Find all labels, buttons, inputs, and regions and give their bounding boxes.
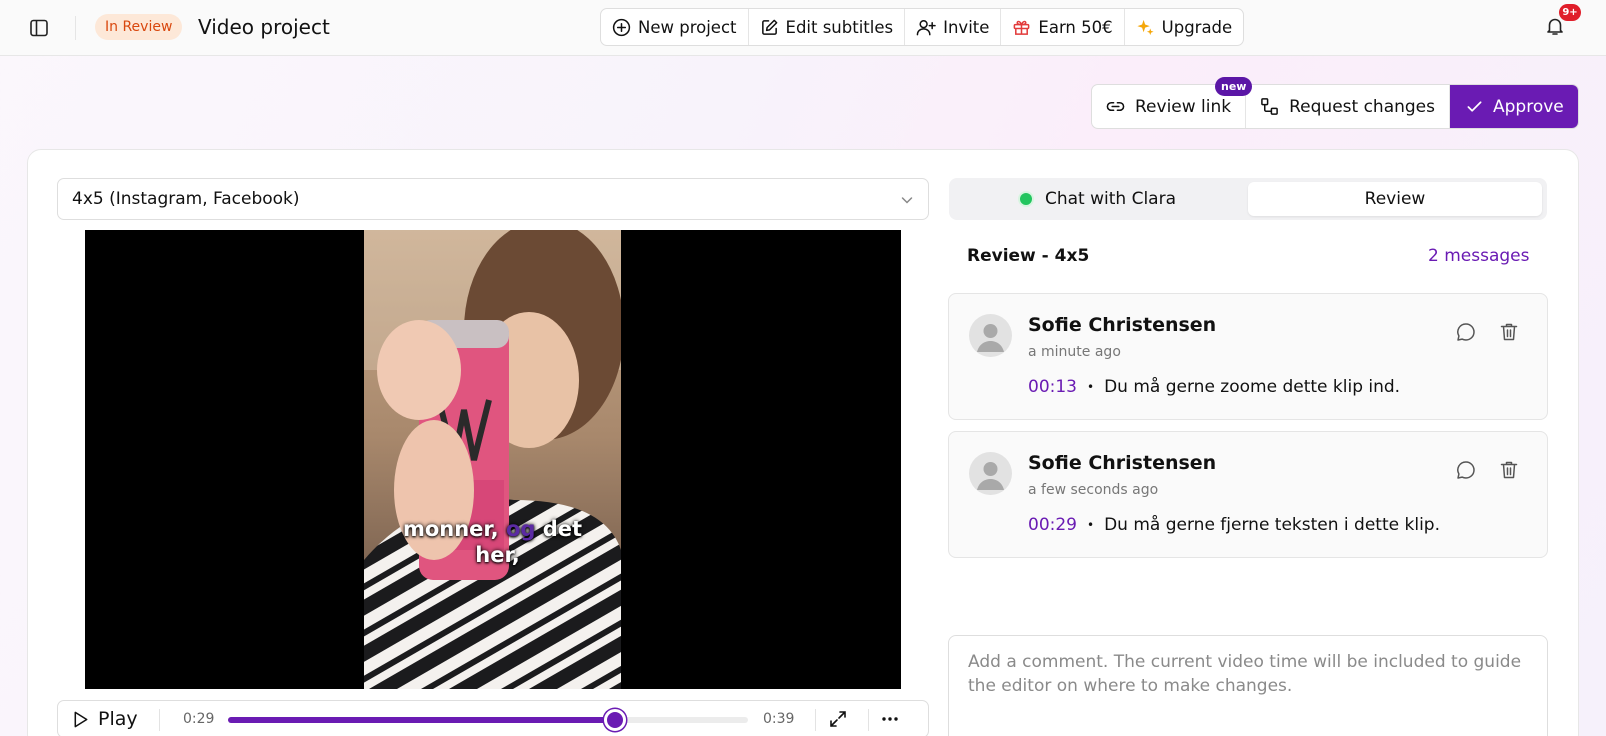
player-controls: Play 0:29 0:39 bbox=[57, 700, 929, 736]
header-actions: New project Edit subtitles Invite Earn 5… bbox=[600, 8, 1245, 46]
shapes-icon bbox=[1260, 97, 1279, 116]
panel-tabs: Chat with Clara Review bbox=[949, 178, 1547, 220]
comment-author: Sofie Christensen bbox=[1028, 452, 1217, 474]
new-badge: new bbox=[1215, 77, 1253, 96]
comment-body: 00:29 • Du må gerne fjerne teksten i det… bbox=[1028, 515, 1440, 535]
new-project-label: New project bbox=[638, 17, 737, 37]
review-actions: Review link Request changes Approve bbox=[1091, 84, 1579, 129]
comment-author: Sofie Christensen bbox=[1028, 314, 1217, 336]
divider bbox=[815, 709, 816, 731]
tab-label: Review bbox=[1364, 189, 1426, 209]
edit-subtitles-label: Edit subtitles bbox=[785, 17, 894, 37]
online-status-icon bbox=[1019, 193, 1032, 205]
notification-badge: 9+ bbox=[1559, 4, 1581, 21]
link-icon bbox=[1106, 97, 1125, 116]
status-badge: In Review bbox=[95, 14, 183, 40]
subtitle-word-highlight: og bbox=[505, 517, 536, 541]
tab-label: Chat with Clara bbox=[1044, 189, 1177, 209]
seek-handle[interactable] bbox=[603, 709, 626, 731]
gift-icon bbox=[1012, 18, 1031, 37]
subtitle-word: det bbox=[542, 517, 583, 541]
avatar bbox=[969, 452, 1012, 495]
reply-icon[interactable] bbox=[1455, 321, 1477, 343]
divider bbox=[75, 16, 76, 40]
seek-bar[interactable] bbox=[228, 709, 748, 731]
divider bbox=[868, 709, 869, 731]
more-options-icon[interactable] bbox=[880, 709, 900, 729]
comment-timestamp-link[interactable]: 00:13 bbox=[1028, 377, 1077, 397]
comment-time-ago: a minute ago bbox=[1028, 344, 1121, 360]
avatar bbox=[969, 314, 1012, 357]
comment-card: Sofie Christensen a minute ago 00:13 • D… bbox=[948, 293, 1548, 420]
format-select-value: 4x5 (Instagram, Facebook) bbox=[72, 189, 300, 209]
trash-icon[interactable] bbox=[1498, 321, 1520, 343]
invite-button[interactable]: Invite bbox=[905, 9, 1002, 45]
invite-label: Invite bbox=[943, 17, 990, 37]
reply-icon[interactable] bbox=[1455, 459, 1477, 481]
comment-body: 00:13 • Du må gerne zoome dette klip ind… bbox=[1028, 377, 1400, 397]
page-title: Video project bbox=[198, 15, 330, 39]
user-plus-icon bbox=[916, 18, 936, 37]
format-select[interactable]: 4x5 (Instagram, Facebook) bbox=[57, 178, 929, 220]
new-project-button[interactable]: New project bbox=[601, 9, 749, 45]
video-player[interactable]: monner, og det her, bbox=[85, 230, 901, 689]
earn-button[interactable]: Earn 50€ bbox=[1001, 9, 1125, 45]
tab-review[interactable]: Review bbox=[1248, 182, 1542, 216]
comment-input[interactable] bbox=[948, 635, 1548, 736]
play-button[interactable]: Play bbox=[72, 708, 138, 730]
review-heading: Review - 4x5 bbox=[967, 246, 1090, 266]
video-thumbnail bbox=[364, 230, 621, 689]
seek-bar-fill bbox=[228, 717, 615, 723]
current-time: 0:29 bbox=[183, 711, 215, 727]
comment-card: Sofie Christensen a few seconds ago 00:2… bbox=[948, 431, 1548, 558]
duration: 0:39 bbox=[763, 711, 795, 727]
sidebar-toggle-icon[interactable] bbox=[26, 16, 52, 40]
chevron-down-icon bbox=[900, 193, 914, 207]
upgrade-label: Upgrade bbox=[1161, 17, 1233, 37]
play-label: Play bbox=[98, 708, 138, 730]
top-bar: In Review Video project New project Edit… bbox=[0, 0, 1606, 56]
check-icon bbox=[1466, 98, 1483, 115]
edit-icon bbox=[760, 18, 779, 37]
bullet-separator: • bbox=[1087, 380, 1095, 394]
divider bbox=[159, 709, 160, 731]
sparkle-icon bbox=[1136, 18, 1155, 37]
play-icon bbox=[72, 710, 90, 729]
tab-chat-with-clara[interactable]: Chat with Clara bbox=[953, 182, 1243, 216]
approve-label: Approve bbox=[1493, 96, 1564, 117]
subtitle-line-2: her, bbox=[475, 543, 520, 567]
comment-timestamp-link[interactable]: 00:29 bbox=[1028, 515, 1077, 535]
edit-subtitles-button[interactable]: Edit subtitles bbox=[749, 9, 906, 45]
comment-time-ago: a few seconds ago bbox=[1028, 482, 1159, 498]
comment-text: Du må gerne fjerne teksten i dette klip. bbox=[1104, 515, 1440, 535]
approve-button[interactable]: Approve bbox=[1450, 85, 1578, 128]
earn-label: Earn 50€ bbox=[1038, 17, 1113, 37]
review-link-label: Review link bbox=[1135, 96, 1232, 117]
request-changes-button[interactable]: Request changes bbox=[1246, 85, 1451, 128]
request-changes-label: Request changes bbox=[1289, 96, 1436, 117]
trash-icon[interactable] bbox=[1498, 459, 1520, 481]
bullet-separator: • bbox=[1087, 518, 1095, 532]
comment-text: Du må gerne zoome dette klip ind. bbox=[1104, 377, 1401, 397]
subtitle-word: monner, bbox=[402, 517, 499, 541]
plus-circle-icon bbox=[612, 18, 631, 37]
subtitle-line-1: monner, og det bbox=[364, 516, 621, 543]
message-count[interactable]: 2 messages bbox=[1428, 246, 1529, 266]
video-frame: monner, og det her, bbox=[364, 230, 621, 689]
fullscreen-icon[interactable] bbox=[828, 709, 848, 729]
upgrade-button[interactable]: Upgrade bbox=[1125, 9, 1244, 45]
